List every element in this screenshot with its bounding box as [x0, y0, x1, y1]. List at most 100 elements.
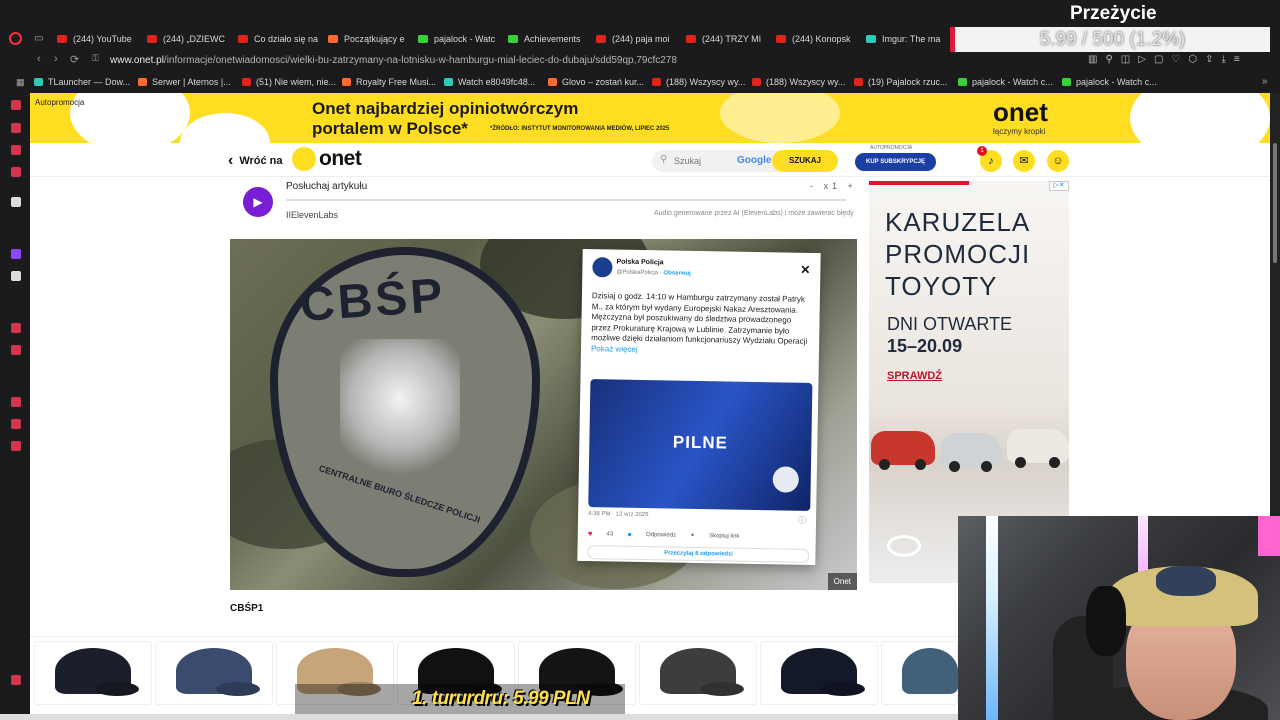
eagle-emblem: [340, 339, 460, 489]
sidebar-x-icon[interactable]: [11, 271, 21, 281]
audio-speed-control[interactable]: - x1 +: [810, 181, 857, 191]
browser-tab[interactable]: Co działo się na: [238, 31, 320, 47]
wallet-icon[interactable]: ▢: [1154, 54, 1163, 65]
bookmarks-overflow-icon[interactable]: »: [1262, 76, 1268, 87]
browser-tab[interactable]: (244) YouTube: [57, 31, 139, 47]
audio-disclaimer: Audio generowane przez AI (ElevenLabs) i…: [654, 210, 854, 217]
tab-menu-icon[interactable]: ▭: [34, 33, 43, 44]
search-input[interactable]: [674, 154, 734, 168]
sidebar-history-icon[interactable]: [11, 397, 21, 407]
back-icon[interactable]: ‹: [37, 53, 41, 65]
sidebar-pinboard-icon[interactable]: [11, 345, 21, 355]
bookmark-item[interactable]: (51) Nie wiem, nie...: [242, 77, 336, 87]
info-icon: ⓘ: [797, 515, 807, 525]
browser-tab[interactable]: (244) TRZY MI: [686, 31, 768, 47]
sidebar-aria-icon[interactable]: [11, 197, 21, 207]
sidebar-downloads-icon[interactable]: [11, 419, 21, 429]
bookmark-label: Watch e8049fc48...: [458, 77, 536, 87]
user-icon[interactable]: ☺: [1047, 150, 1069, 172]
bookmark-item[interactable]: Watch e8049fc48...: [444, 77, 535, 87]
reload-icon[interactable]: ⟳: [70, 53, 79, 66]
browser-tab[interactable]: Achievements: [508, 31, 590, 47]
opera-logo-icon[interactable]: [9, 32, 22, 45]
product-card[interactable]: [155, 641, 273, 705]
search-button[interactable]: SZUKAJ: [772, 150, 838, 172]
snapshot-icon[interactable]: ◫: [1121, 54, 1130, 65]
sidebar-player-icon[interactable]: [11, 323, 21, 333]
product-card[interactable]: [881, 641, 958, 705]
pin-icon[interactable]: ⚲: [1105, 54, 1112, 65]
adchoices-icon[interactable]: ▷✕: [1049, 181, 1069, 191]
bookmarks-menu-icon[interactable]: ▦: [16, 77, 25, 88]
tweet-replies: Przeczytaj 8 odpowiedzi: [587, 545, 810, 563]
url-field[interactable]: www.onet.pl/informacje/onetwiadomosci/wi…: [110, 55, 677, 66]
download-icon[interactable]: ⤓: [1221, 54, 1225, 65]
sidebar-ai-icon[interactable]: [11, 167, 21, 177]
autopromo-banner[interactable]: Autopromocja Onet najbardziej opiniotwór…: [30, 93, 1270, 143]
site-header: ‹ Wróć na onet ⚲ Google SZUKAJ AUTOPROMOC…: [30, 145, 1270, 177]
reply-icon: ●: [627, 529, 633, 539]
ad-event-line2: 15–20.09: [887, 336, 963, 356]
image-caption: CBŚP1: [230, 603, 264, 614]
bookmark-item[interactable]: Royalty Free Musi...: [342, 77, 436, 87]
heart-icon[interactable]: ♡: [1171, 54, 1180, 65]
product-card[interactable]: [34, 641, 152, 705]
tab-label: (244) YouTube: [73, 34, 132, 44]
onet-logo[interactable]: onet: [292, 147, 362, 171]
audio-speed: x1: [823, 181, 842, 191]
audio-progress[interactable]: [286, 199, 846, 201]
player-icon[interactable]: ▷: [1138, 54, 1146, 65]
reader-icon[interactable]: ▥: [1088, 54, 1097, 65]
product-card[interactable]: [639, 641, 757, 705]
cap-image: [55, 648, 139, 696]
forward-icon[interactable]: ›: [54, 53, 58, 65]
patch-text: CBŚP: [298, 268, 448, 333]
sidebar-gx-icon[interactable]: [11, 675, 21, 685]
bookmark-item[interactable]: Glovo – zostań kur...: [548, 77, 644, 87]
browser-tab[interactable]: (244) Konopsk: [776, 31, 858, 47]
bookmark-item[interactable]: TLauncher — Dow...: [34, 77, 130, 87]
bookmark-label: TLauncher — Dow...: [48, 77, 131, 87]
ad-cta[interactable]: SPRAWDŹ: [887, 370, 942, 382]
sidebar-twitch-icon[interactable]: [11, 249, 21, 259]
image-credit: Onet: [827, 573, 857, 590]
tweet-reply: Odpowiedz: [645, 531, 677, 539]
link-icon: ⚭: [690, 532, 696, 539]
site-info-icon[interactable]: ⚿: [92, 53, 99, 64]
bookmark-favicon-icon: [138, 78, 147, 86]
sidebar-home-icon[interactable]: [11, 100, 21, 110]
back-label: Wróć na: [239, 155, 283, 167]
sidebar-settings-icon[interactable]: [11, 441, 21, 451]
embedded-tweet: Polska Policja @PolskaPolicja · Obserwuj…: [577, 248, 821, 566]
play-icon[interactable]: ▶: [243, 187, 273, 217]
browser-tab[interactable]: pajalock - Watc: [418, 31, 500, 47]
extensions-icon[interactable]: ⬡: [1188, 54, 1197, 65]
scrollbar-thumb[interactable]: [1273, 143, 1277, 263]
menu-icon[interactable]: ≡: [1234, 54, 1240, 65]
bookmark-item[interactable]: pajalock - Watch c...: [1062, 77, 1157, 87]
browser-tab[interactable]: (244) „DZIEWC: [147, 31, 229, 47]
tweet-copy: Skopiuj link: [709, 532, 740, 540]
bookmark-item[interactable]: (19) Pajalock rzuc...: [854, 77, 948, 87]
mail-icon[interactable]: ✉: [1013, 150, 1035, 172]
back-link[interactable]: ‹ Wróć na: [228, 152, 283, 170]
sidebar-messenger-icon[interactable]: [11, 123, 21, 133]
share-icon[interactable]: ⇪: [1205, 54, 1213, 65]
article-image[interactable]: CBŚP CENTRALNE BIURO ŚLEDCZE POLICJI Pol…: [230, 239, 857, 590]
tweet-time: 4:38 PM · 12 wrz 2025: [588, 511, 649, 519]
cap-front-patch: [1156, 566, 1216, 596]
toyota-logo-icon: [887, 535, 921, 557]
browser-tab[interactable]: Początkujący e: [328, 31, 410, 47]
browser-tab[interactable]: (244) paja moi: [596, 31, 678, 47]
ad-top-bar: [869, 181, 969, 185]
tab-label: Imgur: The ma: [882, 34, 941, 44]
sidebar-music-icon[interactable]: [11, 145, 21, 155]
bookmark-item[interactable]: (188) Wszyscy wy...: [752, 77, 845, 87]
product-card[interactable]: [760, 641, 878, 705]
bookmark-item[interactable]: (188) Wszyscy wy...: [652, 77, 745, 87]
bookmark-item[interactable]: Serwer | Aternos |...: [138, 77, 231, 87]
audio-title: Posłuchaj artykułu: [286, 181, 368, 192]
subscribe-button[interactable]: KUP SUBSKRYPCJĘ: [855, 153, 936, 171]
browser-tab[interactable]: Imgur: The ma: [866, 31, 948, 47]
bookmark-item[interactable]: pajalock - Watch c...: [958, 77, 1053, 87]
